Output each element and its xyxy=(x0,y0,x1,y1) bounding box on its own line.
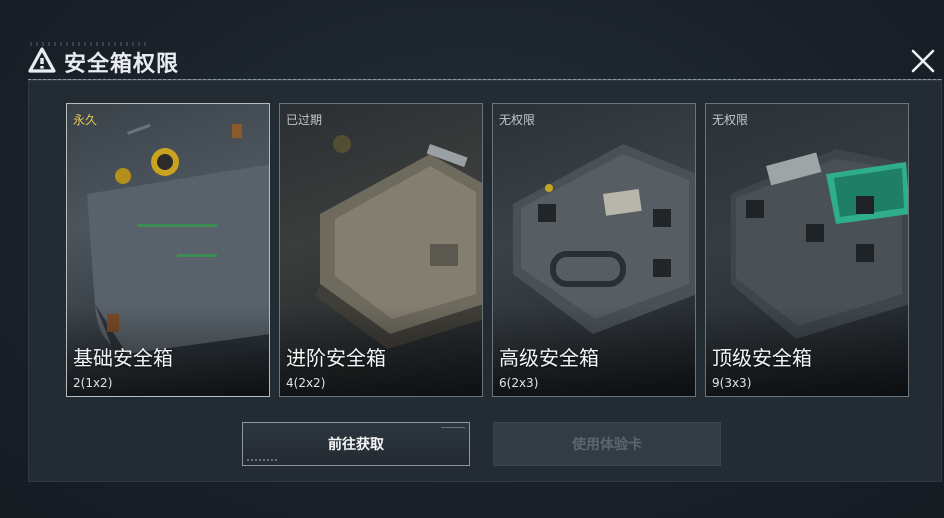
safe-box-card-premium[interactable]: 无权限 高级安全箱 6(2x3) xyxy=(492,103,696,397)
card-status: 已过期 xyxy=(286,113,323,127)
warning-triangle-icon xyxy=(28,47,56,77)
go-obtain-button[interactable]: 前往获取 xyxy=(242,422,470,466)
use-trial-card-button[interactable]: 使用体验卡 xyxy=(493,422,721,466)
card-name: 进阶安全箱 xyxy=(286,346,386,370)
close-button[interactable] xyxy=(906,46,940,80)
card-capacity: 2(1x2) xyxy=(73,376,113,390)
safe-box-permission-screen: 安全箱权限 永久 基础安全箱 2(1x2) 已过期 进阶安全箱 4(2x2) 无… xyxy=(0,0,944,518)
safe-box-card-advanced[interactable]: 已过期 进阶安全箱 4(2x2) xyxy=(279,103,483,397)
card-capacity: 9(3x3) xyxy=(712,376,752,390)
card-capacity: 4(2x2) xyxy=(286,376,326,390)
card-status: 永久 xyxy=(73,113,98,127)
card-name: 高级安全箱 xyxy=(499,346,599,370)
card-name: 顶级安全箱 xyxy=(712,346,812,370)
close-icon xyxy=(910,48,936,78)
card-status: 无权限 xyxy=(499,113,536,127)
use-trial-card-label: 使用体验卡 xyxy=(572,437,642,453)
safe-box-card-top[interactable]: 无权限 顶级安全箱 9(3x3) xyxy=(705,103,909,397)
safe-box-card-basic[interactable]: 永久 基础安全箱 2(1x2) xyxy=(66,103,270,397)
title-bar: 安全箱权限 xyxy=(28,44,179,80)
button-decoration xyxy=(247,459,277,461)
card-capacity: 6(2x3) xyxy=(499,376,539,390)
card-status: 无权限 xyxy=(712,113,749,127)
card-name: 基础安全箱 xyxy=(73,346,173,370)
go-obtain-label: 前往获取 xyxy=(328,437,384,453)
page-title: 安全箱权限 xyxy=(64,52,180,77)
button-decoration xyxy=(441,427,465,428)
